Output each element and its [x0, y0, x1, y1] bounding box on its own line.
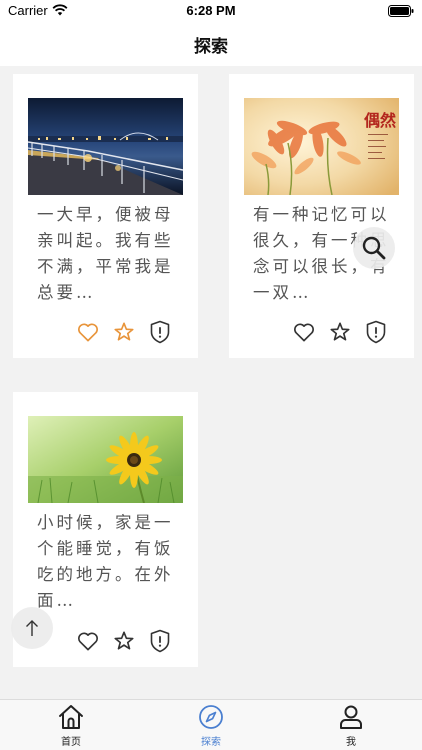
top-bar: Carrier 6:28 PM 探索 — [0, 0, 422, 66]
page-title: 探索 — [194, 37, 228, 57]
orange-flowers-image: 偶然 — [244, 98, 399, 195]
back-to-top-button[interactable] — [11, 607, 53, 649]
shield-exclamation-icon — [150, 320, 170, 344]
status-time: 6:28 PM — [186, 3, 236, 18]
heart-icon — [78, 632, 98, 651]
yellow-daisy-image — [28, 416, 183, 504]
tab-me-label: 我 — [346, 737, 356, 748]
status-bar: Carrier 6:28 PM — [0, 0, 422, 22]
report-button[interactable] — [147, 628, 173, 654]
home-icon — [59, 705, 83, 729]
tab-explore[interactable]: 探索 — [171, 700, 251, 750]
like-button[interactable] — [75, 628, 101, 654]
card-excerpt[interactable]: 一大早，便被母亲叫起。我有些不满，平常我是总要… — [37, 202, 177, 306]
card-excerpt[interactable]: 小时候，家是一个能睡觉，有饭吃的地方。在外面… — [37, 510, 177, 614]
favorite-button[interactable] — [111, 628, 137, 654]
like-button[interactable] — [75, 319, 101, 345]
like-button[interactable] — [291, 319, 317, 345]
card-photo-yellow-daisy[interactable] — [28, 416, 183, 513]
compass-icon — [199, 705, 223, 729]
favorite-button[interactable] — [111, 319, 137, 345]
star-icon — [114, 631, 134, 650]
heart-icon — [78, 323, 98, 342]
star-icon — [330, 322, 350, 341]
person-icon — [340, 705, 362, 729]
photo-caption-text: 偶然 — [364, 111, 396, 130]
card-actions — [75, 628, 187, 654]
card-actions — [75, 319, 187, 345]
card-photo-orange-flowers[interactable]: 偶然 — [244, 98, 399, 195]
card-photo-night-pier[interactable] — [28, 98, 183, 195]
report-button[interactable] — [363, 319, 389, 345]
card-actions — [291, 319, 403, 345]
shield-exclamation-icon — [366, 320, 386, 344]
favorite-button[interactable] — [327, 319, 353, 345]
article-card-1[interactable]: 一大早，便被母亲叫起。我有些不满，平常我是总要… — [13, 74, 198, 358]
article-card-2[interactable]: 偶然 有一种记忆可以很久，有一种思念可以很长，有一双… — [229, 74, 414, 358]
heart-icon — [294, 323, 314, 342]
arrow-up-icon — [26, 620, 38, 636]
magnifier-icon — [362, 236, 386, 260]
tab-bar: 首页 探索 我 — [0, 699, 422, 750]
tab-home-label: 首页 — [61, 737, 81, 748]
star-icon — [114, 322, 134, 341]
tab-home[interactable]: 首页 — [31, 700, 111, 750]
battery-icon — [388, 5, 414, 17]
search-button[interactable] — [353, 227, 395, 269]
shield-exclamation-icon — [150, 629, 170, 653]
tab-explore-label: 探索 — [201, 737, 221, 748]
tab-me[interactable]: 我 — [311, 700, 391, 750]
report-button[interactable] — [147, 319, 173, 345]
night-pier-image — [28, 98, 183, 195]
